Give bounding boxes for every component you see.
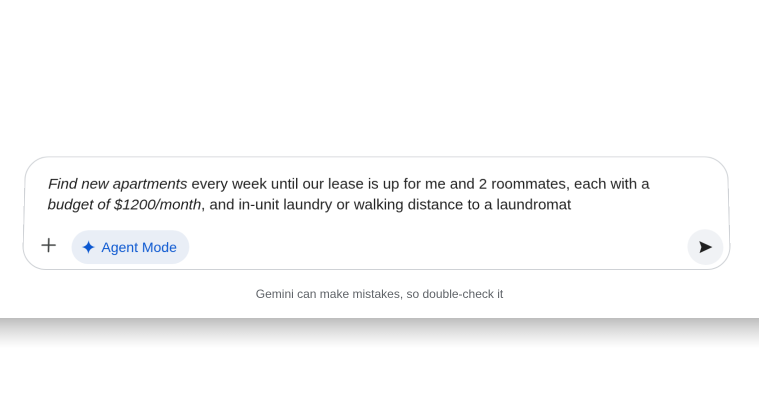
shadow-divider bbox=[0, 318, 759, 348]
agent-mode-label: Agent Mode bbox=[101, 239, 177, 256]
page: Find new apartments every week until our… bbox=[0, 0, 759, 418]
prompt-text-part: every week until our lease is up for me … bbox=[187, 175, 650, 193]
disclaimer-text: Gemini can make mistakes, so double-chec… bbox=[255, 287, 504, 301]
sparkle-icon bbox=[81, 240, 96, 255]
prompt-input[interactable]: Find new apartments every week until our… bbox=[47, 174, 684, 215]
send-icon bbox=[698, 241, 713, 254]
send-button[interactable] bbox=[687, 229, 724, 266]
prompt-text-part: , and in-unit laundry or walking distanc… bbox=[201, 196, 572, 214]
agent-mode-button[interactable]: Agent Mode bbox=[71, 230, 190, 265]
prompt-text-part: Find new apartments bbox=[47, 175, 188, 193]
prompt-text-part: budget of $1200/month bbox=[47, 196, 202, 214]
add-button[interactable] bbox=[37, 234, 60, 256]
plus-icon bbox=[41, 238, 57, 253]
prompt-composer[interactable]: Find new apartments every week until our… bbox=[22, 156, 731, 270]
